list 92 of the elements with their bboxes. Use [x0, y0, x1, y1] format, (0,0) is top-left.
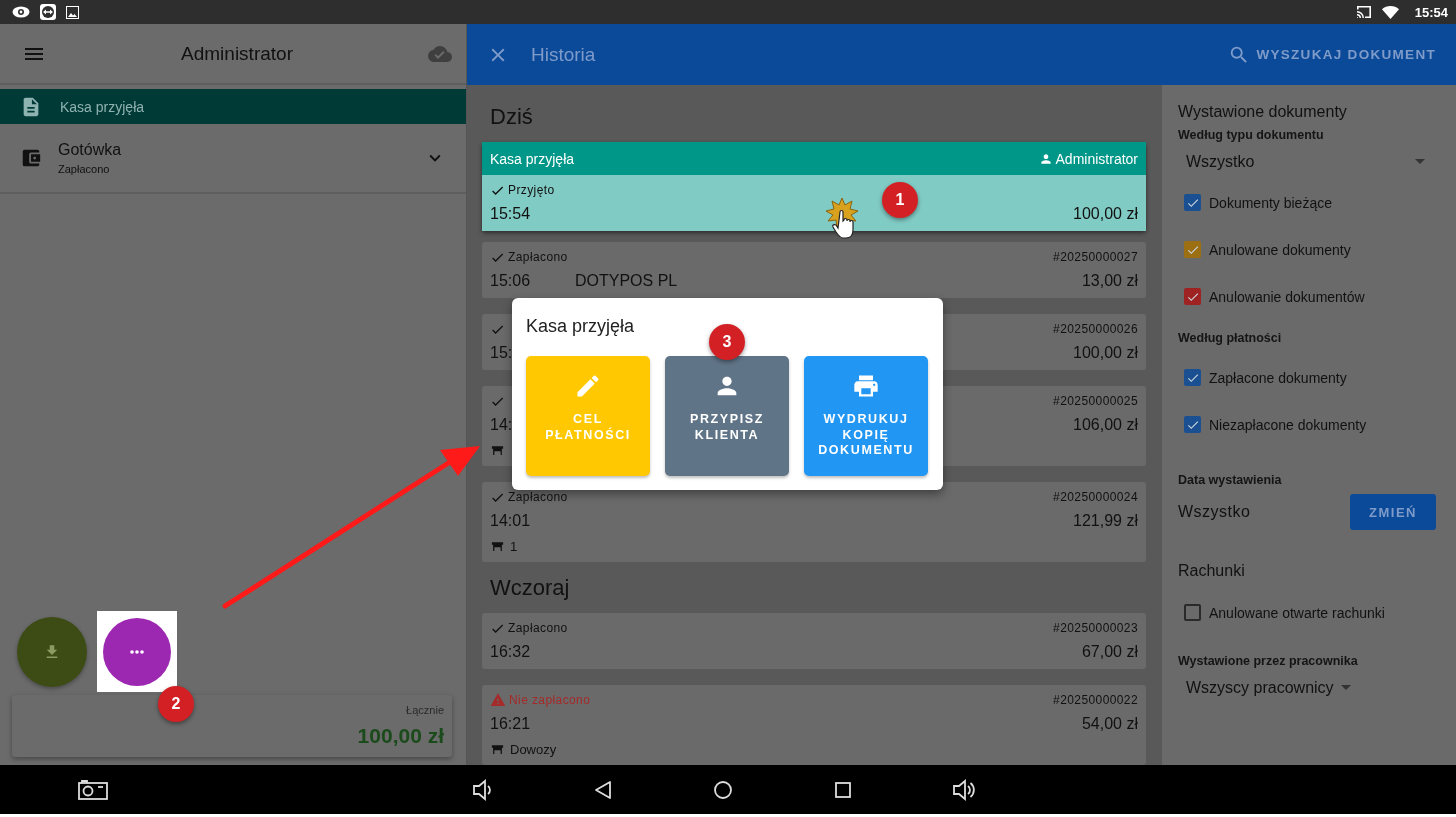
filter-heading: Rachunki [1178, 561, 1246, 581]
checkbox-row[interactable]: Anulowanie dokumentów [1178, 273, 1440, 320]
checkbox-row[interactable]: Zapłacone dokumenty [1178, 354, 1440, 401]
document-amount: 54,00 zł [1081, 715, 1138, 733]
document-card[interactable]: Zapłacono #20250000023 16:32 67,00 zł [482, 613, 1146, 669]
document-time: 15:06 [490, 272, 532, 290]
click-cursor-icon [824, 196, 860, 242]
checkbox-label: Anulowane dokumenty [1209, 241, 1351, 258]
document-time: 15:54 [490, 205, 532, 223]
document-time: 14:01 [490, 512, 532, 530]
volume-down-icon[interactable] [472, 778, 494, 801]
filter-heading: Według typu dokumentu [1178, 127, 1325, 144]
document-type: Kasa przyjęła [490, 150, 576, 167]
dropdown-arrow-icon [1414, 159, 1426, 165]
document-number: #20250000022 [1053, 693, 1138, 707]
checkbox[interactable] [1184, 241, 1201, 258]
filter-heading: Wystawione przez pracownika [1178, 653, 1359, 670]
status-text: Zapłacono [508, 490, 568, 504]
checkbox-label: Niezapłacone dokumenty [1209, 416, 1367, 433]
checkbox[interactable] [1184, 194, 1201, 211]
wallet-icon [20, 147, 42, 169]
more-icon [130, 649, 144, 654]
total-amount: 100,00 zł [357, 724, 444, 748]
checkbox-label: Anulowane otwarte rachunki [1209, 604, 1385, 621]
document-card[interactable]: Zapłacono #20250000024 14:01 121,99 zł 1 [482, 482, 1146, 562]
document-amount: 67,00 zł [1081, 643, 1138, 661]
dropdown-field[interactable]: Wszystko [1178, 145, 1426, 179]
section-title: Wczoraj [489, 574, 571, 602]
cast-icon [1355, 5, 1372, 19]
document-number: #20250000024 [1053, 490, 1138, 504]
table-name: 1 [510, 538, 518, 554]
status-text: Nie zapłacono [509, 693, 591, 707]
checkbox-row[interactable]: Niezapłacone dokumenty [1178, 401, 1440, 448]
document-amount: 13,00 zł [1081, 272, 1138, 290]
arrows-app-icon [40, 4, 56, 20]
section-title: Dziś [489, 103, 534, 131]
checkbox-row[interactable]: Anulowane dokumenty [1178, 226, 1440, 273]
payment-item[interactable]: Gotówka Zapłacono [0, 124, 466, 194]
user-name: Administrator [1055, 150, 1138, 167]
document-time: 16:21 [490, 715, 532, 733]
customer-name: DOTYPOS PL [575, 272, 678, 289]
document-number: #20250000023 [1053, 621, 1138, 635]
status-text: Zapłacono [508, 621, 568, 635]
back-icon[interactable] [592, 778, 614, 801]
dropdown-field[interactable]: Wszyscy pracownicy [1178, 671, 1440, 705]
status-text: Zapłacono [508, 250, 568, 264]
total-label: Łącznie [406, 704, 444, 716]
date-value: Wszystko [1178, 503, 1251, 521]
checkbox-label: Anulowanie dokumentów [1209, 288, 1365, 305]
document-number: #20250000025 [1053, 394, 1138, 408]
filter-heading: Według płatności [1178, 330, 1283, 347]
image-icon [66, 5, 79, 19]
warning-icon [490, 692, 506, 708]
status-time: 15:54 [1414, 4, 1448, 20]
table-name: Dowozy [510, 741, 557, 757]
action-button[interactable]: WYDRUKUJ KOPIĘ DOKUMENTU [804, 356, 928, 476]
payment-method: Gotówka [58, 141, 123, 159]
screen-title: Historia [531, 43, 597, 66]
action-button[interactable]: PRZYPISZ KLIENTA [665, 356, 789, 476]
menu-item[interactable]: Kasa przyjęła [0, 89, 466, 124]
dialog-title: Kasa przyjęła [526, 316, 635, 338]
document-time: 15: [490, 344, 514, 362]
search-document-button[interactable]: WYSZUKAJ DOKUMENT [1228, 43, 1436, 66]
document-time: 16:32 [490, 643, 532, 661]
document-card[interactable]: Zapłacono #20250000027 15:06 DOTYPOS PL 13,00 zł [482, 242, 1146, 298]
change-button[interactable]: ZMIEŃ [1350, 494, 1436, 530]
document-card[interactable]: Nie zapłacono #20250000022 16:21 54,00 zł Dowozy [482, 685, 1146, 765]
checkbox[interactable] [1184, 416, 1201, 433]
filter-title: Wystawione dokumenty [1178, 102, 1348, 122]
dropdown-arrow-icon [1339, 685, 1352, 691]
document-amount: 100,00 zł [1073, 205, 1138, 223]
checkbox[interactable] [1184, 369, 1201, 386]
checkbox-label: Dokumenty bieżące [1209, 194, 1332, 211]
checkbox-label: Zapłacone dokumenty [1209, 369, 1347, 386]
checkbox[interactable] [1184, 604, 1201, 621]
volume-up-icon[interactable] [952, 778, 976, 801]
document-number: #20250000026 [1053, 322, 1138, 336]
document-amount: 121,99 zł [1073, 512, 1138, 530]
checkbox[interactable] [1184, 288, 1201, 305]
document-number: #20250000027 [1053, 250, 1138, 264]
status-text: Przyjęto [508, 183, 555, 197]
filter-heading: Data wystawienia [1178, 472, 1283, 489]
panel-title: Administrator [180, 42, 294, 65]
eye-icon [12, 6, 30, 18]
checkbox-row[interactable]: Dokumenty bieżące [1178, 179, 1440, 226]
payment-status: Zapłacono [58, 163, 111, 175]
wifi-icon [1381, 5, 1399, 19]
camera-icon[interactable] [78, 779, 108, 800]
document-amount: 100,00 zł [1073, 344, 1138, 362]
checkbox-row[interactable]: Anulowane otwarte rachunki [1178, 589, 1440, 636]
home-icon[interactable] [712, 778, 734, 801]
document-amount: 106,00 zł [1073, 416, 1138, 434]
